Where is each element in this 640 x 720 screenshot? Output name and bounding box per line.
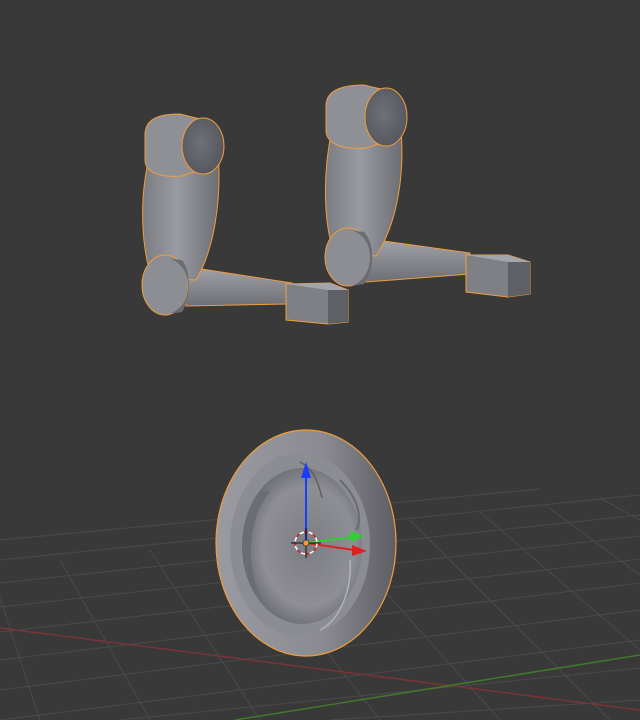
y-axis-line	[234, 654, 640, 720]
suspension-arm-right[interactable]	[324, 84, 531, 298]
suspension-arm-left[interactable]	[141, 113, 349, 325]
object-origin	[302, 539, 310, 547]
viewport-canvas[interactable]	[0, 0, 640, 720]
3d-viewport[interactable]	[0, 0, 640, 720]
